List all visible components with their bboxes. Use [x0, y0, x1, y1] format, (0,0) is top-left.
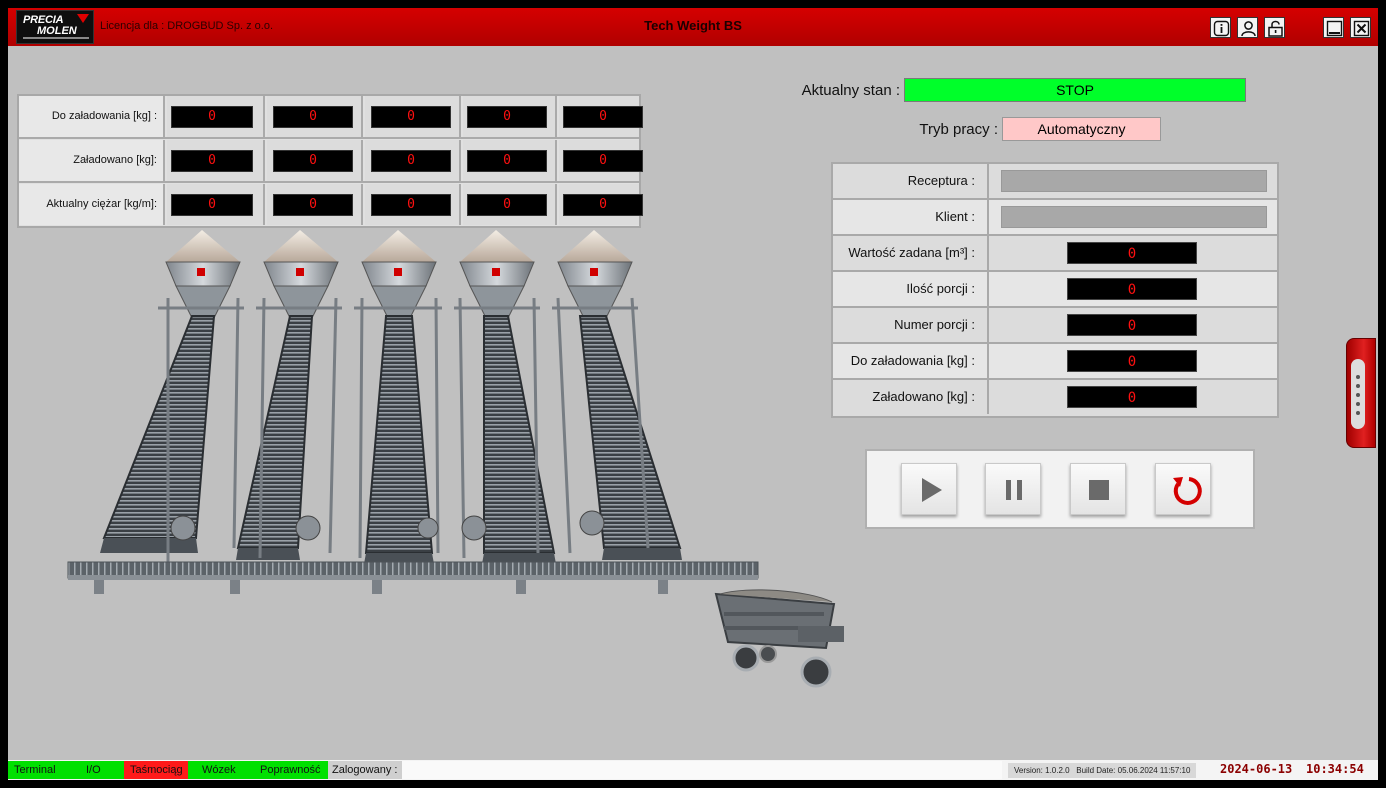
- portion-number-label: Numer porcji :: [833, 308, 989, 342]
- hopper-indicator: [296, 268, 304, 276]
- status-bar: Terminal I/O Taśmociąg Wózek Poprawność …: [8, 760, 1378, 780]
- lock-button[interactable]: [1264, 17, 1285, 38]
- loaded-label: Załadowano [kg] :: [833, 380, 989, 414]
- screen-frame: PRECIA MOLEN Licencja dla : DROGBUD Sp. …: [0, 0, 1386, 788]
- client-field[interactable]: [1001, 206, 1267, 228]
- user-button[interactable]: [1237, 17, 1258, 38]
- collector-conveyor: [67, 561, 759, 594]
- stop-button[interactable]: [1070, 463, 1126, 515]
- logged-in-label: Zalogowany :: [328, 761, 402, 779]
- status-date: 2024-06-13: [1220, 762, 1293, 776]
- status-correctness: Poprawność: [252, 761, 328, 779]
- pause-button[interactable]: [985, 463, 1041, 515]
- portion-number-display: 0: [1067, 314, 1197, 336]
- portion-count-row: Ilość porcji : 0: [833, 272, 1277, 308]
- hopper-1: [100, 230, 244, 568]
- status-conveyor: Taśmociąg: [124, 761, 188, 779]
- minimize-icon: [1326, 20, 1343, 37]
- loaded-row: Załadowano [kg] : 0: [833, 380, 1277, 416]
- recipe-table: Receptura : Klient : Wartość zadana [m³]…: [831, 162, 1279, 418]
- to-load-display: 0: [1067, 350, 1197, 372]
- portion-count-display: 0: [1067, 278, 1197, 300]
- recipe-row: Receptura :: [833, 164, 1277, 200]
- minimize-button[interactable]: [1323, 17, 1344, 38]
- user-icon: [1241, 21, 1256, 37]
- to-load-row: Do załadowania [kg] : 0: [833, 344, 1277, 380]
- client-label: Klient :: [833, 200, 989, 234]
- logged-in-user: [402, 761, 1002, 779]
- version-text: Version: 1.0.2.0 Build Date: 05.06.2024 …: [1008, 763, 1197, 778]
- build-date: Build Date: 05.06.2024 11:57:10: [1076, 766, 1191, 775]
- control-panel: [865, 449, 1255, 529]
- play-icon: [922, 478, 942, 502]
- hopper-4: [454, 230, 556, 564]
- hopper-indicator: [590, 268, 598, 276]
- hopper-indicator: [394, 268, 402, 276]
- portion-count-label: Ilość porcji :: [833, 272, 989, 306]
- conveyor-plant-illustration: [67, 230, 844, 688]
- portion-number-row: Numer porcji : 0: [833, 308, 1277, 344]
- pause-icon: [1006, 480, 1022, 500]
- hopper-3: [354, 230, 442, 564]
- app-window: PRECIA MOLEN Licencja dla : DROGBUD Sp. …: [8, 8, 1378, 780]
- recipe-field[interactable]: [1001, 170, 1267, 192]
- reset-button[interactable]: [1155, 463, 1211, 515]
- start-button[interactable]: [901, 463, 957, 515]
- close-icon: [1353, 20, 1370, 37]
- lock-icon: [1268, 20, 1283, 37]
- status-io: I/O: [74, 761, 124, 779]
- info-icon: [1213, 20, 1230, 37]
- mode-indicator[interactable]: Automatyczny: [1002, 117, 1161, 141]
- hopper-indicator: [197, 268, 205, 276]
- close-button[interactable]: [1350, 17, 1371, 38]
- stop-icon: [1089, 480, 1109, 500]
- client-row: Klient :: [833, 200, 1277, 236]
- status-cart: Wózek: [188, 761, 252, 779]
- reset-icon: [1173, 477, 1202, 505]
- info-button[interactable]: [1210, 17, 1231, 38]
- recipe-label: Receptura :: [833, 164, 989, 198]
- to-load-label: Do załadowania [kg] :: [833, 344, 989, 378]
- mine-cart-illustration: [714, 589, 844, 688]
- side-panel-handle[interactable]: [1346, 338, 1376, 448]
- status-time: 10:34:54: [1306, 762, 1364, 776]
- mode-label: Tryb pracy :: [919, 121, 998, 138]
- setpoint-row: Wartość zadana [m³] : 0: [833, 236, 1277, 272]
- state-label: Aktualny stan :: [801, 82, 900, 99]
- hopper-5: [552, 230, 682, 560]
- status-terminal: Terminal: [8, 761, 74, 779]
- loaded-display: 0: [1067, 386, 1197, 408]
- handle-grip-icon: [1351, 359, 1365, 429]
- setpoint-display: 0: [1067, 242, 1197, 264]
- state-indicator: STOP: [904, 78, 1246, 102]
- setpoint-label: Wartość zadana [m³] :: [833, 236, 989, 270]
- hopper-2: [236, 230, 342, 560]
- version-number: Version: 1.0.2.0: [1014, 766, 1070, 775]
- hopper-indicator: [492, 268, 500, 276]
